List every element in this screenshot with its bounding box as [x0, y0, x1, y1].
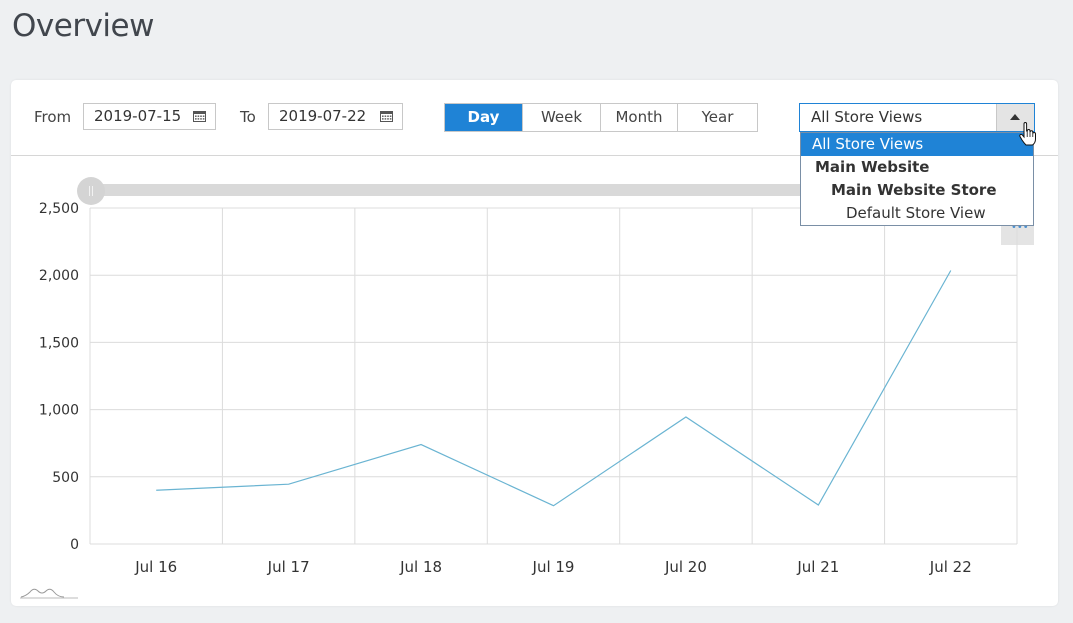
- chart-panel: From 2019-07-15 To 2019-07-22 Day Week M…: [11, 80, 1058, 606]
- data-point[interactable]: [286, 482, 291, 487]
- series-line: [156, 270, 952, 507]
- x-tick-label: Jul 20: [664, 558, 707, 576]
- page-title: Overview: [12, 8, 154, 44]
- x-tick-label: Jul 17: [267, 558, 310, 576]
- y-tick-label: 2,000: [39, 268, 79, 284]
- store-option-main-website-store[interactable]: Main Website Store: [801, 179, 1033, 202]
- data-point[interactable]: [948, 268, 953, 273]
- data-point[interactable]: [154, 488, 159, 493]
- store-option-all-store-views[interactable]: All Store Views: [801, 133, 1033, 156]
- store-view-dropdown: All Store Views Main Website Main Websit…: [800, 132, 1034, 226]
- x-tick-label: Jul 22: [929, 558, 972, 576]
- x-tick-label: Jul 19: [532, 558, 575, 576]
- chart-thumbnail-icon: [20, 588, 78, 599]
- data-point[interactable]: [683, 414, 688, 419]
- y-tick-label: 0: [70, 537, 79, 553]
- x-tick-label: Jul 21: [796, 558, 839, 576]
- y-tick-label: 1,000: [39, 403, 79, 419]
- y-tick-label: 2,500: [39, 201, 79, 217]
- y-tick-label: 500: [52, 470, 79, 486]
- y-tick-label: 1,500: [39, 335, 79, 351]
- data-point[interactable]: [419, 442, 424, 447]
- x-tick-label: Jul 18: [399, 558, 442, 576]
- data-point[interactable]: [816, 503, 821, 508]
- data-point[interactable]: [551, 503, 556, 508]
- store-option-main-website[interactable]: Main Website: [801, 156, 1033, 179]
- hand-cursor-icon: [1019, 122, 1036, 146]
- store-option-default-store-view[interactable]: Default Store View: [801, 202, 1033, 225]
- x-tick-label: Jul 16: [134, 558, 177, 576]
